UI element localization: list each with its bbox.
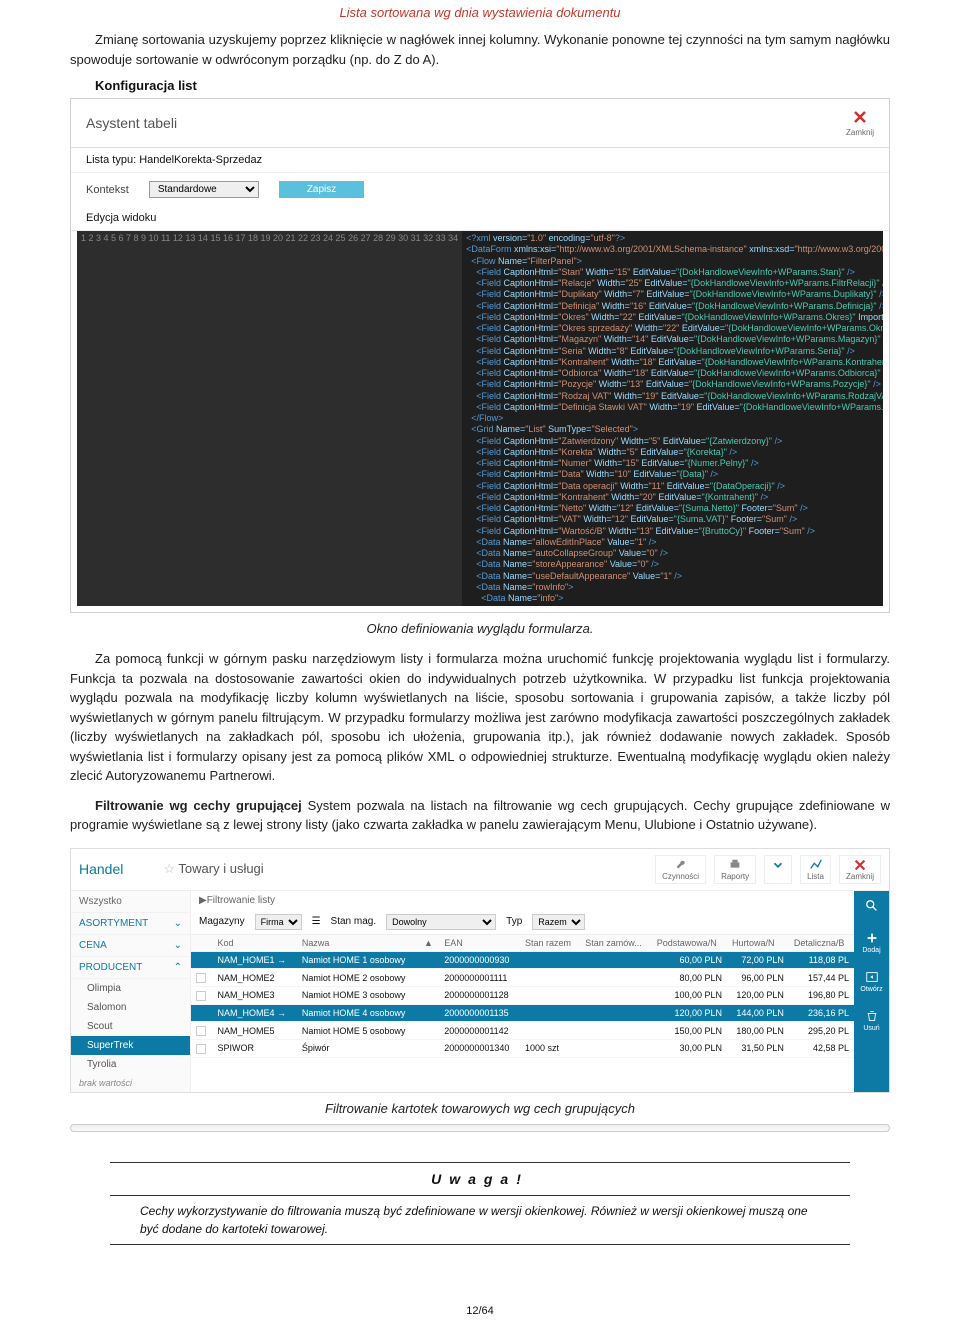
asystent-title: Asystent tabeli: [86, 115, 177, 131]
paragraph-3-lead: Filtrowanie wg cechy grupującej: [95, 798, 302, 813]
edit-view-label: Edycja widoku: [71, 206, 889, 231]
filter-magazyny-label: Magazyny: [199, 916, 245, 927]
handel-actions: Czynności Raporty Lista Zamknij: [655, 855, 881, 884]
sidebar-cena[interactable]: CENA⌄: [71, 935, 190, 957]
close-icon: [852, 109, 868, 125]
filter-row: Magazyny Firma ☰ Stan mag. Dowolny Typ R…: [191, 910, 854, 935]
table-header[interactable]: Stan zamów...: [580, 935, 652, 952]
filter-typ-label: Typ: [506, 916, 522, 927]
uwaga-title: Uwaga!: [110, 1165, 850, 1193]
table-row[interactable]: NAM_HOME4 →Namiot HOME 4 osobowy20000000…: [191, 1004, 854, 1022]
uwaga-box: Uwaga! Cechy wykorzystywanie do filtrowa…: [110, 1162, 850, 1245]
filter-stanmag-select[interactable]: Dowolny: [386, 914, 496, 930]
row-checkbox[interactable]: [196, 1026, 206, 1036]
add-button[interactable]: Dodaj: [854, 923, 889, 962]
table-header[interactable]: Stan razem: [520, 935, 580, 952]
open-icon: [865, 970, 879, 984]
row-checkbox[interactable]: [196, 955, 206, 965]
caption-2: Filtrowanie kartotek towarowych wg cech …: [0, 1101, 960, 1116]
row-checkbox[interactable]: [196, 1008, 206, 1018]
filter-toggle[interactable]: ▶Filtrowanie listy: [191, 891, 854, 910]
arrow-right-icon: →: [277, 1008, 286, 1018]
sidebar-sub-tyrolia[interactable]: Tyrolia: [71, 1055, 190, 1074]
paragraph-1: Zmianę sortowania uzyskujemy poprzez kli…: [0, 25, 960, 74]
page-title: Lista sortowana wg dnia wystawienia doku…: [0, 0, 960, 25]
handel-sidebar: Wszystko ASORTYMENT⌄ CENA⌄ PRODUCENT⌃ Ol…: [71, 891, 191, 1092]
trash-icon: [865, 1009, 879, 1023]
table-header[interactable]: Hurtowa/N: [727, 935, 789, 952]
close-icon: [853, 858, 867, 872]
list-type-label: Lista typu: HandelKorekta-Sprzedaz: [71, 148, 889, 173]
handel-title: Handel: [79, 861, 123, 877]
scrollbar-decoration: [70, 1124, 890, 1132]
search-button[interactable]: [854, 891, 889, 923]
table-row[interactable]: SPIWORŚpiwór20000000013401000 szt30,00 P…: [191, 1039, 854, 1057]
action-raporty[interactable]: Raporty: [714, 855, 756, 884]
sidebar-footer: brak wartości: [71, 1074, 190, 1092]
page-number: 12/64: [0, 1275, 960, 1327]
products-table: KodNazwa▲EANStan razemStan zamów...Podst…: [191, 935, 854, 1058]
config-heading: Konfiguracja list: [0, 78, 960, 93]
kontekst-select[interactable]: Standardowe: [149, 181, 259, 198]
zapisz-button[interactable]: Zapisz: [279, 181, 364, 198]
row-checkbox[interactable]: [196, 991, 206, 1001]
action-column: Dodaj Otwórz Usuń: [854, 891, 889, 1092]
paragraph-3: Filtrowanie wg cechy grupującej System p…: [0, 791, 960, 840]
sidebar-sub-salomon[interactable]: Salomon: [71, 998, 190, 1017]
wrench-icon: [674, 858, 688, 872]
sidebar-sub-olimpia[interactable]: Olimpia: [71, 979, 190, 998]
table-header[interactable]: EAN: [439, 935, 520, 952]
xml-editor[interactable]: 1 2 3 4 5 6 7 8 9 10 11 12 13 14 15 16 1…: [77, 231, 883, 606]
arrow-right-icon: →: [277, 955, 286, 965]
star-icon: ☆: [163, 861, 175, 876]
table-row[interactable]: NAM_HOME2Namiot HOME 2 osobowy2000000001…: [191, 969, 854, 987]
handel-subtitle: ☆ Towary i usługi: [163, 861, 263, 877]
chart-icon: [809, 858, 823, 872]
chevron-up-icon: ⌃: [174, 962, 182, 973]
action-lista[interactable]: Lista: [800, 855, 831, 884]
row-checkbox[interactable]: [196, 973, 206, 983]
sidebar-asortyment[interactable]: ASORTYMENT⌄: [71, 913, 190, 935]
row-checkbox[interactable]: [196, 1044, 206, 1054]
handel-panel: Handel ☆ Towary i usługi Czynności Rapor…: [70, 848, 890, 1093]
table-header[interactable]: [191, 935, 213, 952]
sidebar-sub-supertrek[interactable]: SuperTrek: [71, 1036, 190, 1055]
line-gutter: 1 2 3 4 5 6 7 8 9 10 11 12 13 14 15 16 1…: [77, 231, 462, 606]
table-header[interactable]: Nazwa: [297, 935, 419, 952]
delete-button[interactable]: Usuń: [854, 1001, 889, 1040]
plus-icon: [865, 931, 879, 945]
magnifier-icon: [865, 899, 879, 913]
chevron-down-icon: ⌄: [174, 940, 182, 951]
open-button[interactable]: Otwórz: [854, 962, 889, 1001]
table-header[interactable]: Detaliczna/B: [789, 935, 854, 952]
sidebar-wszystko[interactable]: Wszystko: [71, 891, 190, 913]
table-header[interactable]: Podstawowa/N: [652, 935, 727, 952]
close-button[interactable]: Zamknij: [846, 109, 874, 137]
printer-icon: [728, 858, 742, 872]
paragraph-2: Za pomocą funkcji w górnym pasku narzędz…: [0, 644, 960, 791]
action-zamknij[interactable]: Zamknij: [839, 855, 881, 884]
chevron-down-icon: [771, 858, 785, 872]
action-czynnosci[interactable]: Czynności: [655, 855, 706, 884]
table-header[interactable]: ▲: [419, 935, 439, 952]
table-row[interactable]: NAM_HOME3Namiot HOME 3 osobowy2000000001…: [191, 987, 854, 1005]
close-label: Zamknij: [846, 128, 874, 137]
chevron-down-icon: ⌄: [174, 918, 182, 929]
caption-1: Okno definiowania wyglądu formularza.: [0, 621, 960, 636]
action-expand[interactable]: [764, 855, 792, 884]
list-icon[interactable]: ☰: [312, 916, 321, 927]
uwaga-text: Cechy wykorzystywanie do filtrowania mus…: [110, 1198, 850, 1242]
table-row[interactable]: NAM_HOME1 →Namiot HOME 1 osobowy20000000…: [191, 951, 854, 969]
code-content: <?xml version="1.0" encoding="utf-8"?> <…: [462, 231, 883, 606]
kontekst-label: Kontekst: [86, 184, 129, 196]
filter-stanmag-label: Stan mag.: [331, 916, 377, 927]
sidebar-producent[interactable]: PRODUCENT⌃: [71, 957, 190, 979]
asystent-panel: Asystent tabeli Zamknij Lista typu: Hand…: [70, 98, 890, 613]
filter-typ-select[interactable]: Razem: [532, 914, 585, 930]
table-header[interactable]: Kod: [213, 935, 297, 952]
sidebar-sub-scout[interactable]: Scout: [71, 1017, 190, 1036]
table-row[interactable]: NAM_HOME5Namiot HOME 5 osobowy2000000001…: [191, 1022, 854, 1040]
filter-magazyny-select[interactable]: Firma: [255, 914, 302, 930]
